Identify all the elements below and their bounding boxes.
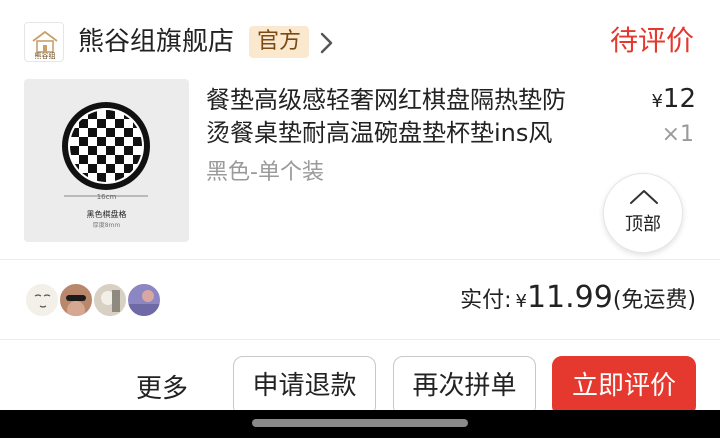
chevron-up-icon	[630, 190, 658, 204]
product-title-line-1: 餐垫高级感轻奢网红棋盘隔热垫防	[206, 86, 566, 114]
checkerboard-square	[106, 146, 115, 155]
checkerboard-square	[124, 128, 133, 137]
avatar	[58, 282, 94, 318]
currency-symbol: ¥	[651, 91, 663, 112]
checkerboard-square	[133, 137, 142, 146]
home-indicator[interactable]	[252, 419, 468, 427]
image-caption: 黑色棋盘格	[86, 210, 127, 219]
order-status: 待评价	[609, 24, 694, 57]
store-logo: 熊谷组	[24, 22, 64, 62]
store-logo-text: 熊谷组	[34, 52, 56, 60]
total-currency-symbol: ¥	[515, 291, 527, 312]
system-nav-bar	[0, 410, 720, 438]
paid-label: 实付:	[460, 288, 512, 313]
product-title[interactable]: 餐垫高级感轻奢网红棋盘隔热垫防 烫餐桌垫耐高温碗盘垫杯垫ins风	[206, 84, 616, 150]
checkerboard-square	[124, 146, 133, 155]
store-header[interactable]: 熊谷组 熊谷组旗舰店 官方 待评价	[0, 0, 720, 84]
divider	[0, 339, 720, 340]
group-buyer-avatars[interactable]	[24, 282, 174, 318]
product-image[interactable]: 16cm 黑色棋盘格 厚度8mm	[24, 79, 189, 242]
checkerboard-square	[70, 146, 79, 155]
review-now-button[interactable]: 立即评价	[552, 356, 696, 416]
checkerboard-square	[115, 119, 124, 128]
checkerboard-square	[88, 146, 97, 155]
avatar	[92, 282, 128, 318]
request-refund-button[interactable]: 申请退款	[233, 356, 376, 416]
image-size-label: 16cm	[96, 193, 117, 201]
checkerboard-square	[88, 128, 97, 137]
avatar	[126, 282, 162, 318]
product-title-line-2: 烫餐桌垫耐高温碗盘垫杯垫ins风	[206, 119, 553, 147]
quantity: ×1	[661, 122, 694, 147]
checkerboard-square	[97, 119, 106, 128]
checkerboard-square	[115, 137, 124, 146]
back-to-top-label: 顶部	[625, 214, 661, 235]
checkerboard-square	[106, 128, 115, 137]
checkerboard-square	[97, 155, 106, 164]
checkerboard-square	[106, 164, 115, 173]
more-button[interactable]: 更多	[136, 372, 188, 406]
shipping-note: (免运费)	[612, 288, 696, 313]
total-amount: 11.99	[526, 280, 613, 315]
unit-price-value: 12	[662, 84, 696, 114]
paid-total: 实付: ¥11.99(免运费)	[460, 280, 696, 320]
chevron-right-icon[interactable]	[316, 30, 338, 56]
product-variant: 黑色-单个装	[206, 160, 324, 185]
image-subcaption: 厚度8mm	[92, 222, 121, 229]
checkerboard-square	[115, 155, 124, 164]
official-badge: 官方	[249, 26, 310, 58]
checkerboard-square	[97, 137, 106, 146]
checkerboard-square	[79, 155, 88, 164]
checkerboard-square	[106, 110, 115, 119]
back-to-top-button[interactable]: 顶部	[603, 173, 683, 253]
avatar	[24, 282, 60, 318]
checkerboard-square	[97, 173, 106, 182]
store-name[interactable]: 熊谷组旗舰店	[78, 24, 234, 60]
unit-price: ¥12	[651, 83, 696, 118]
checkerboard-square	[88, 164, 97, 173]
checkerboard-square	[79, 137, 88, 146]
divider	[0, 259, 720, 260]
rebuy-button[interactable]: 再次拼单	[393, 356, 536, 416]
